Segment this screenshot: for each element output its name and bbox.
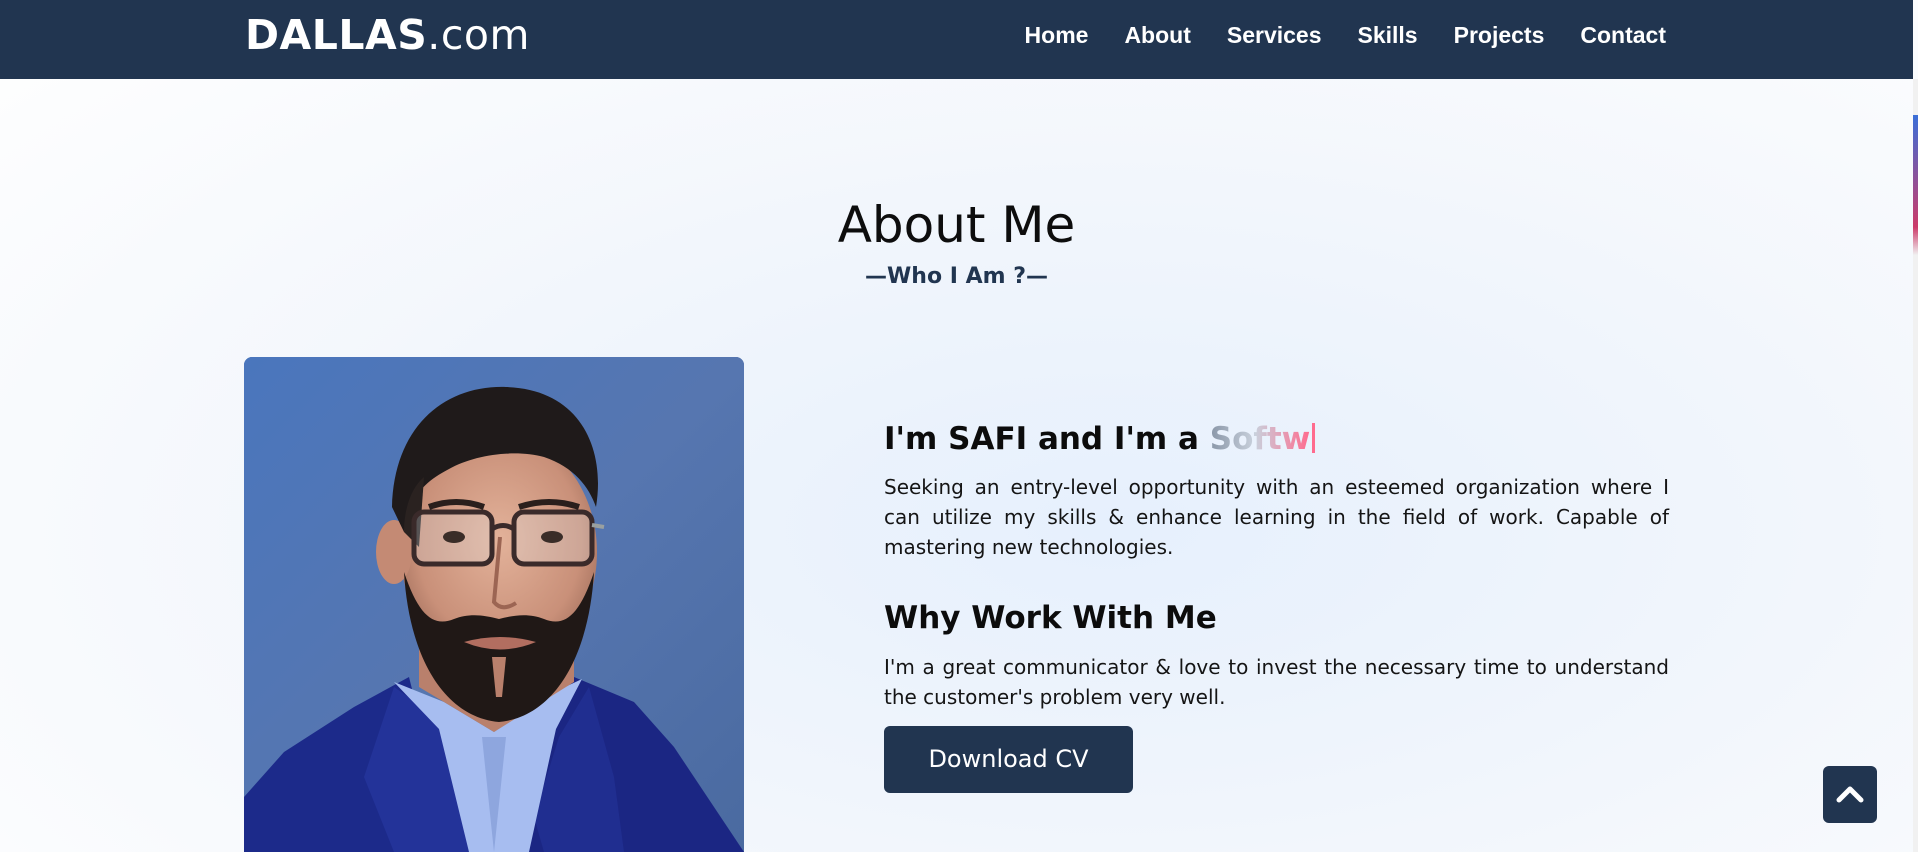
why-work-heading: Why Work With Me xyxy=(884,600,1217,636)
subtitle-dash-left: — xyxy=(865,264,888,289)
nav-menu: Home About Services Skills Projects Cont… xyxy=(1025,0,1666,70)
section-title: About Me xyxy=(837,196,1076,254)
subtitle-text: Who I Am ? xyxy=(887,264,1026,289)
scroll-progress-indicator xyxy=(1913,115,1918,255)
brand-logo[interactable]: DALLAS.com xyxy=(245,12,530,58)
subtitle-dash-right: — xyxy=(1025,264,1048,289)
typed-role-text: Softw xyxy=(1209,421,1311,457)
nav-skills[interactable]: Skills xyxy=(1358,22,1418,49)
about-content: I'm SAFI and I'm a Softw Seeking an entr… xyxy=(884,410,1669,793)
brand-name: DALLAS xyxy=(245,11,428,59)
download-cv-button[interactable]: Download CV xyxy=(884,726,1133,793)
intro-prefix: I'm SAFI and I'm a xyxy=(884,421,1210,457)
typing-cursor xyxy=(1312,423,1316,453)
navbar: DALLAS.com Home About Services Skills Pr… xyxy=(0,0,1913,79)
section-subtitle: —Who I Am ?— xyxy=(0,262,1913,292)
nav-home[interactable]: Home xyxy=(1025,22,1089,49)
nav-services[interactable]: Services xyxy=(1227,22,1322,49)
nav-about[interactable]: About xyxy=(1124,22,1190,49)
nav-contact[interactable]: Contact xyxy=(1580,22,1666,49)
back-to-top-button[interactable] xyxy=(1823,766,1877,823)
about-description: Seeking an entry-level opportunity with … xyxy=(884,475,1669,559)
nav-projects[interactable]: Projects xyxy=(1454,22,1545,49)
why-work-text: I'm a great communicator & love to inves… xyxy=(884,655,1669,709)
chevron-up-icon xyxy=(1835,782,1865,808)
profile-photo xyxy=(244,357,744,852)
intro-heading: I'm SAFI and I'm a Softw xyxy=(884,410,1669,468)
brand-tld: .com xyxy=(427,11,530,59)
